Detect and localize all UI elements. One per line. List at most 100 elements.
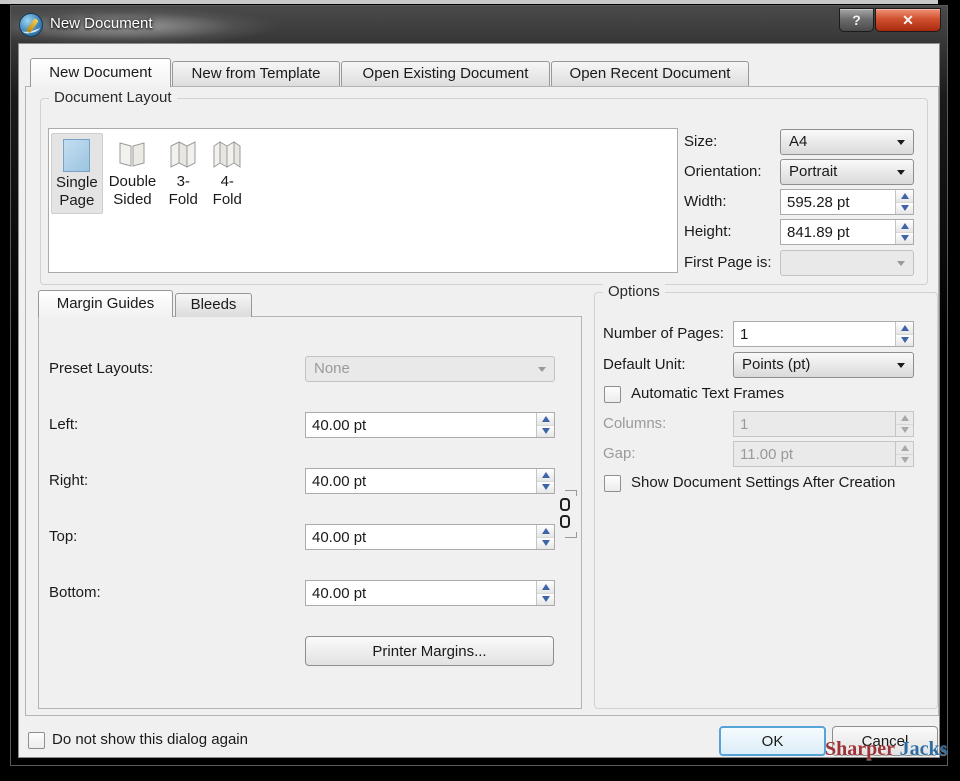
close-button[interactable]: ✕ (875, 8, 941, 32)
layout-item-4-fold[interactable]: 4- Fold (206, 133, 248, 212)
up-arrow-icon (901, 193, 909, 199)
width-label: Width: (684, 189, 727, 215)
up-arrow-icon (901, 223, 909, 229)
up-arrow-icon (542, 472, 550, 478)
layout-item-double-sided[interactable]: Double Sided (105, 133, 161, 212)
first-page-select (780, 250, 914, 276)
spin-down-button[interactable] (537, 481, 554, 494)
spin-up-button[interactable] (896, 322, 913, 334)
top-margin-input[interactable] (306, 525, 536, 549)
layout-label: Fold (166, 191, 200, 209)
right-margin-label: Right: (49, 468, 88, 494)
automatic-text-frames-label: Automatic Text Frames (631, 381, 784, 407)
chevron-down-icon (897, 261, 905, 266)
left-margin-spinbox (305, 412, 555, 438)
spin-down-button[interactable] (537, 593, 554, 606)
bottom-margin-label: Bottom: (49, 580, 101, 606)
gap-label: Gap: (603, 441, 636, 467)
dont-show-dialog-checkbox[interactable] (28, 732, 45, 749)
preset-layouts-value: None (314, 360, 350, 377)
right-margin-input[interactable] (306, 469, 536, 493)
single-page-icon (63, 139, 90, 172)
layout-label: Page (56, 192, 98, 210)
width-input[interactable] (781, 190, 895, 214)
spin-up-button (896, 442, 913, 454)
tab-label: Bleeds (191, 296, 237, 313)
bottom-margin-input[interactable] (306, 581, 536, 605)
tab-new-from-template[interactable]: New from Template (172, 61, 340, 87)
size-select[interactable]: A4 (780, 129, 914, 155)
layout-item-single-page[interactable]: Single Page (51, 133, 103, 214)
screen-edge-strip (0, 0, 938, 4)
tab-margin-guides[interactable]: Margin Guides (38, 290, 173, 317)
down-arrow-icon (901, 235, 909, 241)
spin-up-button[interactable] (896, 190, 913, 202)
default-unit-label: Default Unit: (603, 352, 686, 378)
spin-up-button[interactable] (537, 413, 554, 425)
spin-down-button[interactable] (537, 425, 554, 438)
tab-open-existing-document[interactable]: Open Existing Document (341, 61, 550, 87)
up-arrow-icon (901, 445, 909, 451)
close-icon: ✕ (902, 12, 914, 28)
number-of-pages-spinbox (733, 321, 914, 347)
printer-margins-button[interactable]: Printer Margins... (305, 636, 554, 666)
height-spinbox (780, 219, 914, 245)
gap-input (734, 442, 895, 466)
orientation-select[interactable]: Portrait (780, 159, 914, 185)
dont-show-dialog-label: Do not show this dialog again (52, 727, 248, 753)
default-unit-select[interactable]: Points (pt) (733, 352, 914, 378)
tab-bleeds[interactable]: Bleeds (175, 293, 252, 317)
spin-up-button[interactable] (537, 525, 554, 537)
help-button[interactable]: ? (839, 8, 874, 32)
default-unit-value: Points (pt) (742, 356, 810, 373)
preset-layouts-select: None (305, 356, 555, 382)
four-fold-icon (210, 137, 244, 171)
spin-down-button (896, 424, 913, 437)
new-document-dialog: New Document ? ✕ New Document New from T… (10, 5, 948, 766)
down-arrow-icon (901, 457, 909, 463)
ok-button[interactable]: OK (719, 726, 826, 756)
spin-down-button[interactable] (896, 202, 913, 215)
up-arrow-icon (542, 528, 550, 534)
height-input[interactable] (781, 220, 895, 244)
watermark-word-jacks: Jacks (900, 738, 948, 760)
left-margin-label: Left: (49, 412, 78, 438)
up-arrow-icon (901, 325, 909, 331)
show-document-settings-checkbox[interactable] (604, 475, 621, 492)
right-margin-spinbox (305, 468, 555, 494)
spin-up-button[interactable] (537, 469, 554, 481)
down-arrow-icon (901, 427, 909, 433)
layout-item-3-fold[interactable]: 3- Fold (162, 133, 204, 212)
spin-down-button[interactable] (896, 232, 913, 245)
height-label: Height: (684, 219, 732, 245)
preset-layouts-label: Preset Layouts: (49, 356, 153, 382)
left-margin-input[interactable] (306, 413, 536, 437)
chain-link-icon (560, 515, 570, 528)
number-of-pages-input[interactable] (734, 322, 895, 346)
tab-label: Open Existing Document (363, 65, 529, 82)
chevron-down-icon (897, 363, 905, 368)
show-document-settings-label: Show Document Settings After Creation (631, 470, 895, 496)
automatic-text-frames-checkbox[interactable] (604, 386, 621, 403)
spin-down-button[interactable] (896, 334, 913, 347)
bottom-margin-spinbox (305, 580, 555, 606)
spin-up-button (896, 412, 913, 424)
margin-guides-pane: Preset Layouts: None Left: Right: (38, 316, 582, 709)
spin-down-button (896, 454, 913, 467)
watermark-word-sharper: Sharper (825, 738, 895, 760)
tab-new-document[interactable]: New Document (30, 58, 171, 87)
window-title: New Document (50, 6, 153, 42)
size-value: A4 (789, 133, 807, 150)
bracket-top (565, 490, 577, 496)
down-arrow-icon (901, 205, 909, 211)
spin-up-button[interactable] (896, 220, 913, 232)
tab-open-recent-document[interactable]: Open Recent Document (551, 61, 749, 87)
layout-label: Fold (210, 191, 244, 209)
top-margin-spinbox (305, 524, 555, 550)
spin-down-button[interactable] (537, 537, 554, 550)
up-arrow-icon (542, 584, 550, 590)
tab-label: Margin Guides (57, 295, 155, 312)
spin-up-button[interactable] (537, 581, 554, 593)
title-bar[interactable]: New Document ? ✕ (11, 6, 947, 43)
link-margins-toggle[interactable] (557, 490, 581, 538)
